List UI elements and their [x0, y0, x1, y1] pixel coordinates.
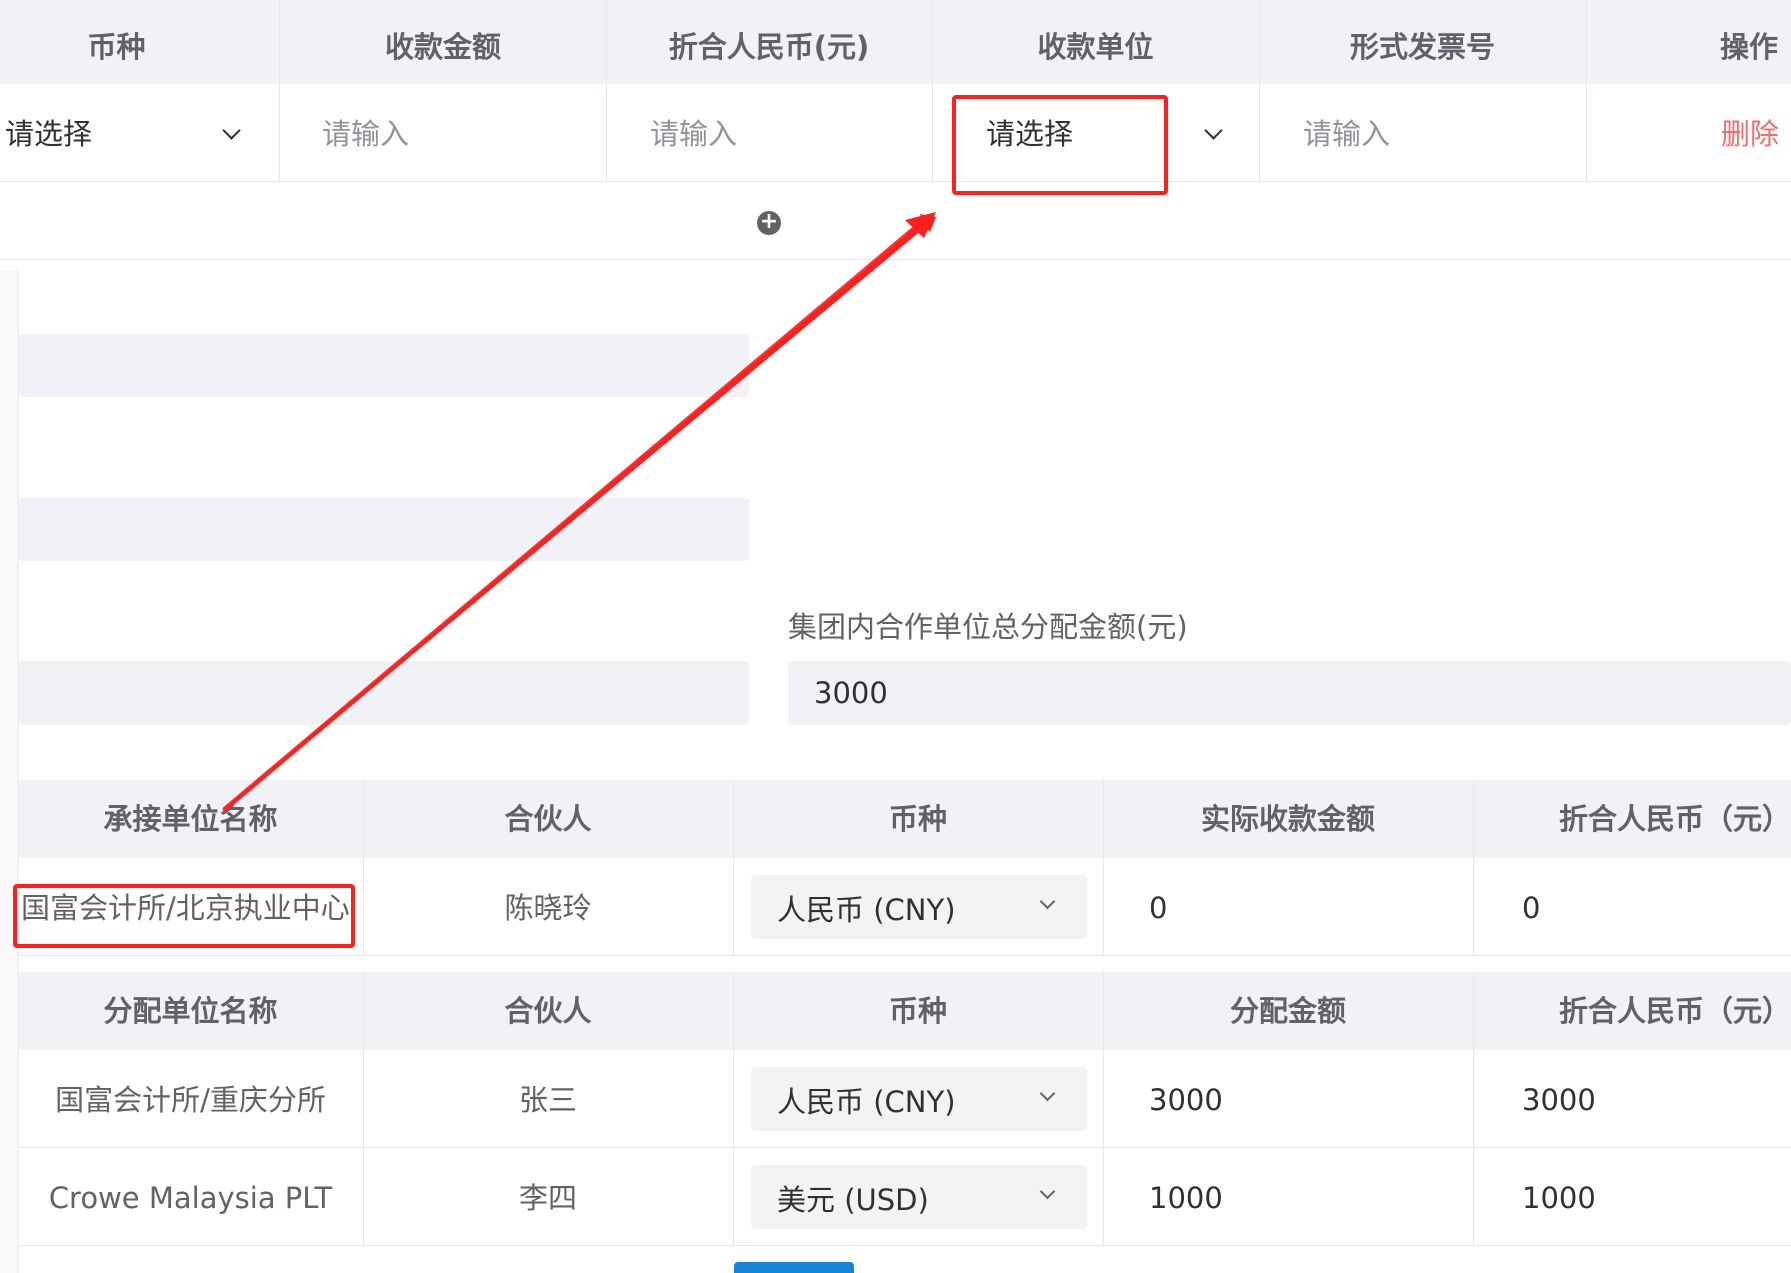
annotation-arrow-icon — [222, 212, 936, 812]
